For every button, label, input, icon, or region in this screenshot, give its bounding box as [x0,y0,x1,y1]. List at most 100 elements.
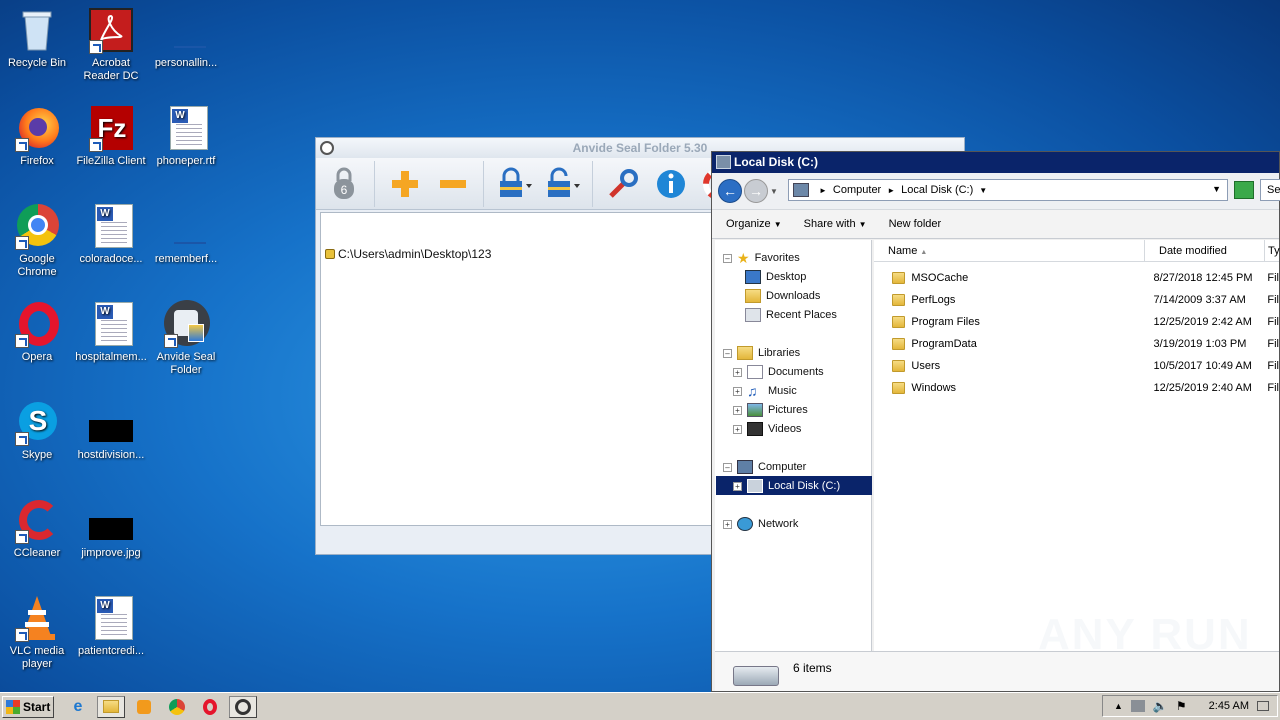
action-center-flag-icon[interactable]: ⚑ [1176,699,1187,713]
desktop-icon-label: Recycle Bin [7,57,67,69]
refresh-button[interactable] [1234,181,1254,199]
lock-all-button[interactable]: 6 [326,164,362,204]
share-with-button[interactable]: Share with ▼ [804,218,867,230]
file-name: Program Files [911,316,980,328]
taskbar-opera[interactable] [196,696,224,718]
organize-button[interactable]: Organize ▼ [726,218,782,230]
taskbar-chrome[interactable] [163,696,191,718]
taskbar-internet-explorer[interactable]: e [64,696,92,718]
file-row[interactable]: ProgramData 3/19/2019 1:03 PM Fil [874,333,1279,355]
nav-label: Recent Places [766,309,837,321]
desktop-icon-label: Acrobat Reader DC [83,57,139,82]
search-box[interactable]: Se [1260,179,1280,201]
add-folder-button[interactable] [387,164,423,204]
desktop-icon-phoneper[interactable]: W phoneper.rtf [149,104,223,168]
recent-pages-dropdown-icon[interactable]: ▼ [770,187,778,196]
nav-item-network[interactable]: + Network [723,515,798,533]
address-dropdown-icon[interactable]: ▼ [1212,184,1221,194]
nav-item-desktop[interactable]: Desktop [745,268,806,286]
forward-button[interactable]: → [744,179,768,203]
desktop-icon-firefox[interactable]: Firefox [0,104,74,168]
file-name: MSOCache [911,272,969,284]
file-row[interactable]: MSOCache 8/27/2018 12:45 PM Fil [874,267,1279,289]
breadcrumb-local-disk[interactable]: Local Disk (C:) [901,184,973,196]
nav-item-downloads[interactable]: Downloads [745,287,820,305]
folder-list-item[interactable]: C:\Users\admin\Desktop\123 [325,247,491,261]
back-button[interactable]: ← [718,179,742,203]
breadcrumb-dropdown-icon[interactable]: ▼ [979,186,987,195]
clock[interactable]: 2:45 AM [1209,700,1249,712]
nav-item-videos[interactable]: + Videos [733,420,801,438]
desktop-icon-recycle-bin[interactable]: Recycle Bin [0,6,74,70]
expand-icon[interactable]: + [733,424,742,434]
expand-icon[interactable]: + [733,405,742,415]
taskbar-media-player[interactable] [130,696,158,718]
collapse-icon[interactable]: – [723,462,732,472]
file-type: Fil [1267,316,1279,328]
close-access-button[interactable] [496,164,532,204]
desktop-icon-label: Skype [21,449,53,461]
info-button[interactable] [653,164,689,204]
nav-item-recent-places[interactable]: Recent Places [745,306,837,324]
nav-item-pictures[interactable]: + Pictures [733,401,808,419]
expand-icon[interactable]: + [733,367,742,377]
settings-button[interactable] [605,164,641,204]
nav-label: Music [768,385,797,397]
nav-item-computer[interactable]: – Computer [723,458,806,476]
start-button[interactable]: Start [2,695,54,718]
computer-icon [793,183,809,197]
collapse-icon[interactable]: – [723,348,732,358]
desktop-icon-hostdivision[interactable]: hostdivision... [74,398,148,462]
show-hidden-icons-icon[interactable]: ▲ [1114,701,1123,711]
nav-item-favorites[interactable]: – ★ Favorites [723,249,800,267]
expand-icon[interactable]: + [733,386,742,396]
collapse-icon[interactable]: – [723,253,732,263]
expand-icon[interactable]: + [723,519,732,529]
nav-item-documents[interactable]: + Documents [733,363,824,381]
desktop-icon-coloradoce[interactable]: W coloradoce... [74,202,148,266]
desktop-icon-jimprove[interactable]: jimprove.jpg [74,496,148,560]
column-name[interactable]: Name ▲ [874,240,1145,262]
taskbar-explorer[interactable] [97,695,125,718]
nav-item-local-disk[interactable]: + Local Disk (C:) [733,477,840,495]
taskbar-anvide[interactable] [229,695,257,718]
file-row[interactable]: Windows 12/25/2019 2:40 AM Fil [874,377,1279,399]
file-row[interactable]: Users 10/5/2017 10:49 AM Fil [874,355,1279,377]
nav-item-libraries[interactable]: – Libraries [723,344,800,362]
desktop-icon-vlc[interactable]: VLC media player [0,594,74,671]
file-row[interactable]: Program Files 12/25/2019 2:42 AM Fil [874,311,1279,333]
network-icon [737,517,753,531]
desktop-icon-opera[interactable]: Opera [0,300,74,364]
nav-item-music[interactable]: + ♫ Music [733,382,797,400]
file-name: PerfLogs [911,294,956,306]
column-date-modified[interactable]: Date modified [1145,240,1265,262]
address-bar[interactable]: ► Computer ► Local Disk (C:) ▼ ▼ [788,179,1228,201]
file-date: 10/5/2017 10:49 AM [1153,360,1252,372]
column-type[interactable]: Ty [1265,240,1280,262]
desktop-icon-hospitalmem[interactable]: W hospitalmem... [74,300,148,364]
open-access-button[interactable] [544,164,580,204]
desktop-icon-anvide[interactable]: Anvide Seal Folder [149,300,223,377]
desktop-icon-chrome[interactable]: Google Chrome [0,202,74,279]
desktop-icon-patientcredi[interactable]: W patientcredi... [74,594,148,658]
explorer-title-bar[interactable]: Local Disk (C:) [712,152,1279,173]
file-row[interactable]: PerfLogs 7/14/2009 3:37 AM Fil [874,289,1279,311]
volume-icon[interactable]: 🔈 [1153,699,1168,713]
pictures-icon [747,403,763,417]
remove-folder-button[interactable] [435,164,471,204]
network-tray-icon[interactable] [1130,700,1145,712]
desktop-icon-filezilla[interactable]: Fz FileZilla Client [74,104,148,168]
file-list[interactable]: Name ▲ Date modified Ty MSOCache 8/27/201… [874,240,1280,652]
desktop-icon-personallin[interactable]: personallin... [149,6,223,70]
show-desktop-icon[interactable] [1257,701,1269,711]
breadcrumb-computer[interactable]: Computer [833,184,881,196]
word-document-icon: W [87,594,135,642]
desktop-icon-ccleaner[interactable]: CCleaner [0,496,74,560]
desktop-icon-rememberf[interactable]: rememberf... [149,202,223,266]
expand-icon[interactable]: + [733,481,742,491]
desktop-icon-acrobat[interactable]: Acrobat Reader DC [74,6,148,83]
navigation-pane[interactable]: – ★ Favorites Desktop Downloads Recent P… [715,240,872,652]
desktop-icon-skype[interactable]: S Skype [0,398,74,462]
new-folder-button[interactable]: New folder [889,218,942,230]
nav-label: Computer [758,461,807,473]
